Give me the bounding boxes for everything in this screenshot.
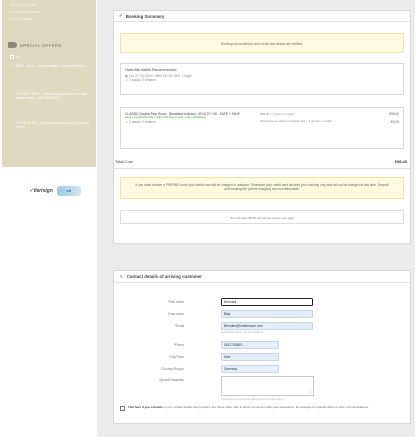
main-content: ✓ Booking Summary Booking not confirmed … — [97, 0, 415, 437]
filter-item[interactable]: Breakfast Included — [10, 3, 36, 8]
special-requests-hint: Special requests cannot be guaranteed bu… — [221, 398, 284, 401]
offer-label: FLEXIBLE RATE - Free cancellation up to … — [16, 92, 88, 101]
phone-input[interactable]: 0437720583 — [221, 341, 279, 349]
contact-header: ☺ Contact details of arriving customer — [114, 271, 410, 283]
offer-filter-all[interactable]: All — [10, 55, 92, 59]
offer-filter-safe-save[interactable]: ✓ SAFE - SAVE - Non refundable, Free canc… — [10, 63, 92, 68]
hotel-name: Hotel Alle Adults Recommended — [125, 68, 177, 72]
last-name-row: *Last name Baly — [114, 310, 410, 318]
special-requests-row: Special Requests ⟋ — [114, 376, 410, 396]
guest-count: ☺ 2 adults, 0 children — [125, 78, 156, 82]
last-name-label: *Last name — [167, 311, 184, 316]
offer-filter-pay-in-hotel[interactable]: PAY IN HOTEL - Free cancellation up to 2… — [10, 121, 92, 130]
filter-panel: Breakfast Included Room Only Premium Bed… — [2, 0, 96, 167]
offer-label: All — [16, 55, 20, 59]
room-price: €98.40 — [389, 112, 399, 116]
hotel-details: Hotel Alle Adults Recommended ▦ Tue 27 O… — [120, 63, 404, 95]
verisign-logo: ✓Verisign — [29, 188, 53, 194]
tag-icon — [8, 42, 17, 48]
special-requests-textarea[interactable]: ⟋ — [221, 376, 314, 396]
contact-title: Contact details of arriving customer — [126, 274, 202, 279]
divider — [114, 168, 410, 169]
extra-bed-note[interactable]: Show here to select a Double bed + 2 gue… — [260, 119, 332, 124]
room-details: CLASSIC Double/Twin Room - Breakfast inc… — [120, 107, 404, 149]
offer-label: SAFE - SAVE - Non refundable, Free cance… — [15, 64, 86, 68]
booking-summary-card: ✓ Booking Summary Booking not confirmed … — [113, 10, 411, 244]
trust-logos: ✓Verisign vti — [29, 186, 81, 196]
special-offers-title: SPECIAL OFFERS — [20, 42, 62, 48]
total-cost-row: Total Cost €98.40 — [114, 159, 410, 164]
email-label: *Email — [174, 323, 184, 328]
consent-text: Tick here if you consent to your contact… — [128, 405, 369, 409]
resize-handle-icon[interactable]: ⟋ — [309, 390, 312, 395]
booking-summary-title: Booking Summary — [125, 13, 165, 19]
person-icon: ☺ — [119, 274, 124, 279]
checkbox[interactable] — [10, 55, 14, 59]
consent-row: Tick here if you consent to your contact… — [120, 405, 404, 411]
email-input[interactable]: Brenden@hotelrestore.com — [221, 322, 313, 330]
special-offers-heading: SPECIAL OFFERS — [8, 42, 62, 48]
filter-item[interactable]: Bed & Breakfast — [10, 17, 33, 22]
room-guests: ☺ 2 adults, 0 children — [125, 119, 156, 124]
verification-warning: Booking not confirmed until credit card … — [120, 33, 404, 53]
booking-summary-header: ✓ Booking Summary — [114, 11, 410, 22]
tax-note: Not included: €5.00 city tax per person … — [120, 210, 404, 224]
contact-details-card: ☺ Contact details of arriving customer *… — [113, 270, 411, 424]
checkmark-icon[interactable]: ✓ — [10, 63, 13, 68]
consent-checkbox[interactable] — [120, 405, 125, 411]
phone-label: *Phone — [173, 342, 184, 347]
country-row: *Country/Region Germany — [114, 365, 410, 373]
vti-logo: vti — [56, 186, 81, 196]
phone-row: *Phone 0437720583 — [114, 341, 410, 349]
extra-price: €0.00 — [391, 120, 399, 124]
sidebar: Breakfast Included Room Only Premium Bed… — [0, 0, 97, 437]
city-input[interactable]: Köln — [221, 353, 279, 361]
filter-item[interactable]: Room Only Premium — [10, 10, 40, 15]
city-label: *City/Town — [168, 354, 184, 359]
room-rate: €98.40 x 1 room x 1 night — [260, 112, 294, 116]
prepaid-note: If you have chosen a PREPAID room your c… — [120, 177, 404, 199]
city-row: *City/Town Köln — [114, 353, 410, 361]
first-name-row: *First name Brenda$ — [114, 298, 410, 306]
offer-label: PAY IN HOTEL - Free cancellation up to 2… — [16, 121, 89, 130]
checkmark-icon: ✓ — [119, 13, 123, 18]
email-row: *Email Brenden@hotelrestore.com — [114, 322, 410, 330]
total-label: Total Cost — [115, 159, 133, 164]
email-hint: Confirmation will be sent to this addres… — [221, 331, 264, 334]
total-value: €98.40 — [394, 159, 407, 164]
country-select[interactable]: Germany — [221, 365, 279, 373]
first-name-input[interactable]: Brenda$ — [221, 298, 313, 306]
offer-filter-flexible[interactable]: FLEXIBLE RATE - Free cancellation up to … — [10, 92, 92, 101]
country-label: *Country/Region — [160, 366, 184, 371]
first-name-label: *First name — [167, 299, 184, 304]
special-requests-label: Special Requests — [159, 377, 184, 382]
last-name-input[interactable]: Baly — [221, 310, 313, 318]
